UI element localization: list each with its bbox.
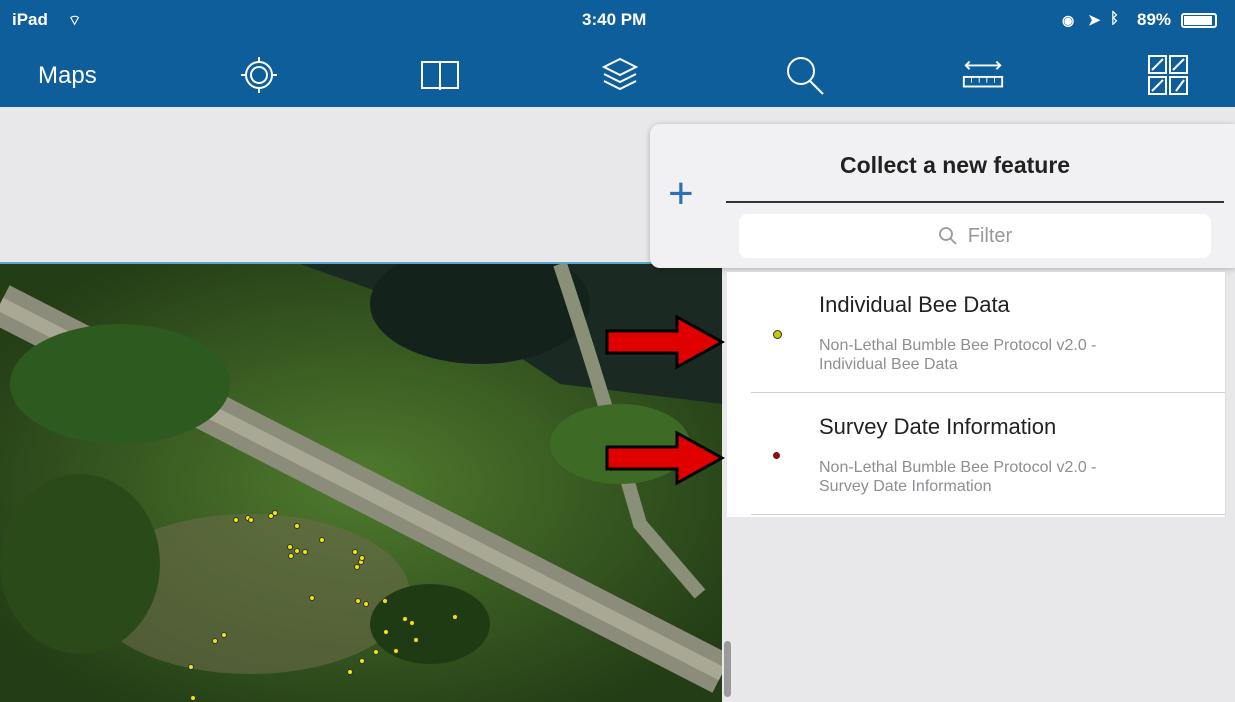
point-symbol-icon xyxy=(773,330,782,339)
wifi-icon: ⌔ xyxy=(68,12,82,28)
divider xyxy=(751,392,1225,393)
search-icon[interactable] xyxy=(782,52,828,98)
point-symbol-icon xyxy=(773,452,780,459)
item-subtitle: Non-Lethal Bumble Bee Protocol v2.0 - In… xyxy=(819,337,1097,373)
item-title: Survey Date Information xyxy=(819,414,1057,439)
filter-placeholder: Filter xyxy=(967,224,1013,247)
battery-percent: 89% xyxy=(1137,10,1172,29)
locate-icon[interactable] xyxy=(236,52,282,98)
lock-rotation-icon: ◉ xyxy=(1062,12,1075,28)
battery-icon xyxy=(1181,13,1217,28)
list-item-individual-bee-data[interactable]: Individual Bee Data Non-Lethal Bumble Be… xyxy=(727,272,1225,394)
item-title: Individual Bee Data xyxy=(819,292,1010,317)
measure-icon[interactable] xyxy=(960,52,1006,98)
layers-icon[interactable] xyxy=(597,52,643,98)
list-item-survey-date-information[interactable]: Survey Date Information Non-Lethal Bumbl… xyxy=(727,394,1225,516)
annotation-arrow-icon xyxy=(605,430,725,486)
add-icon[interactable]: + xyxy=(668,172,694,216)
annotation-arrow-icon xyxy=(605,314,725,370)
bluetooth-icon: ᛒ xyxy=(1110,10,1120,27)
sketch-icon[interactable] xyxy=(1145,52,1191,98)
feature-template-list: Individual Bee Data Non-Lethal Bumble Be… xyxy=(727,272,1226,517)
nav-bar: Maps xyxy=(0,42,1235,107)
device-label: iPad xyxy=(12,10,48,29)
collect-feature-popover: + Collect a new feature Filter xyxy=(650,124,1235,268)
item-subtitle: Non-Lethal Bumble Bee Protocol v2.0 - Su… xyxy=(819,459,1097,495)
bookmarks-icon[interactable] xyxy=(417,52,463,98)
divider xyxy=(751,514,1225,515)
scrollbar[interactable] xyxy=(724,641,731,697)
filter-input[interactable]: Filter xyxy=(739,214,1211,258)
location-arrow-icon: ➤ xyxy=(1088,12,1101,29)
maps-button[interactable]: Maps xyxy=(38,62,97,90)
status-bar: iPad ⌔ 3:40 PM ◉ ➤ ᛒ 89% xyxy=(0,0,1235,42)
popover-title: Collect a new feature xyxy=(840,152,1071,178)
search-icon xyxy=(938,227,957,245)
title-divider xyxy=(726,201,1224,203)
status-time: 3:40 PM xyxy=(582,10,647,29)
